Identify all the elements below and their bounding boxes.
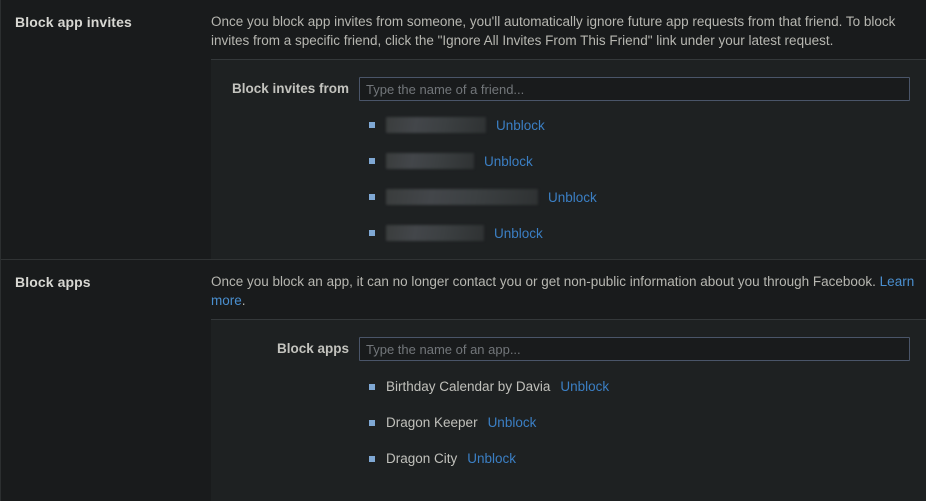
block-invites-form-row: Block invites from	[211, 77, 918, 101]
section-block-app-invites: Block app invites Once you block app inv…	[1, 0, 926, 259]
section-block-apps: Block apps Once you block an app, it can…	[1, 259, 926, 501]
blocked-app-name: Dragon City	[386, 451, 458, 466]
redacted-friend-name	[386, 153, 474, 169]
block-apps-label: Block apps	[276, 341, 349, 356]
section-content-column: Once you block app invites from someone,…	[211, 0, 926, 259]
section-title-block-app-invites: Block app invites	[15, 14, 132, 30]
section-content-column: Once you block an app, it can no longer …	[211, 260, 926, 501]
block-apps-form-row: Block apps	[211, 337, 918, 361]
list-item: Dragon Keeper Unblock	[211, 415, 918, 430]
redacted-friend-name	[386, 225, 484, 241]
list-item: Dragon City Unblock	[211, 451, 918, 466]
invites-panel-inner: Block invites from Unblock Unblock	[211, 60, 918, 259]
unblock-link[interactable]: Unblock	[548, 190, 597, 205]
bullet-square-icon	[369, 455, 375, 462]
bullet-square-icon	[369, 383, 375, 390]
blocked-app-name: Dragon Keeper	[386, 415, 478, 430]
block-apps-input[interactable]	[359, 337, 910, 361]
redacted-friend-name	[386, 117, 486, 133]
block-invites-input[interactable]	[359, 77, 910, 101]
blocked-friends-list: Unblock Unblock Unblock Unblock	[211, 101, 918, 241]
section-heading-column: Block app invites	[1, 0, 211, 31]
description-text-before-link: Once you block an app, it can no longer …	[211, 274, 880, 289]
apps-panel-inner: Block apps Birthday Calendar by Davia Un…	[211, 320, 918, 501]
bullet-square-icon	[369, 419, 375, 426]
redacted-friend-name	[386, 189, 538, 205]
unblock-link[interactable]: Unblock	[488, 415, 537, 430]
unblock-link[interactable]: Unblock	[484, 154, 533, 169]
list-item: Unblock	[211, 117, 918, 133]
unblock-link[interactable]: Unblock	[496, 118, 545, 133]
section-description-block-app-invites: Once you block app invites from someone,…	[211, 14, 896, 48]
blocking-settings-page: Block app invites Once you block app inv…	[0, 0, 926, 501]
bullet-square-icon	[369, 122, 375, 128]
apps-panel: Block apps Birthday Calendar by Davia Un…	[211, 319, 926, 501]
description-text-after-link: .	[241, 293, 246, 308]
section-title-block-apps: Block apps	[15, 274, 91, 290]
list-item: Unblock	[211, 189, 918, 205]
blocked-app-name: Birthday Calendar by Davia	[386, 379, 551, 394]
unblock-link[interactable]: Unblock	[494, 226, 543, 241]
list-item: Unblock	[211, 225, 918, 241]
list-item: Unblock	[211, 153, 918, 169]
bullet-square-icon	[369, 230, 375, 236]
unblock-link[interactable]: Unblock	[560, 379, 609, 394]
unblock-link[interactable]: Unblock	[467, 451, 516, 466]
section-description-block-apps: Once you block an app, it can no longer …	[211, 260, 925, 319]
section-heading-column: Block apps	[1, 260, 211, 291]
bullet-square-icon	[369, 194, 375, 200]
list-item: Birthday Calendar by Davia Unblock	[211, 379, 918, 394]
bullet-square-icon	[369, 158, 375, 164]
block-invites-label: Block invites from	[231, 81, 349, 96]
blocked-apps-list: Birthday Calendar by Davia Unblock Drago…	[211, 361, 918, 466]
invites-panel: Block invites from Unblock Unblock	[211, 59, 926, 259]
